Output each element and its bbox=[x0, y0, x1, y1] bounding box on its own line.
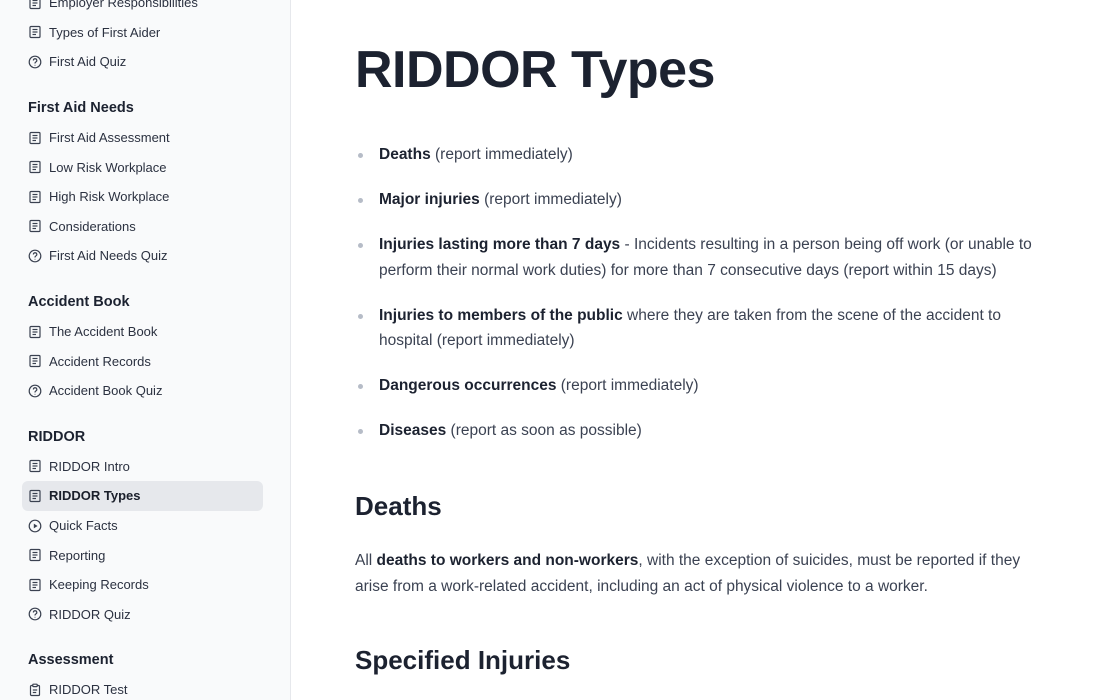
sidebar-item-label: Low Risk Workplace bbox=[49, 159, 167, 175]
specified-injuries-heading: Specified Injuries bbox=[355, 645, 571, 675]
sidebar-item-riddor-types[interactable]: RIDDOR Types bbox=[22, 481, 263, 511]
sidebar-item-types-of-first-aider[interactable]: Types of First Aider bbox=[22, 18, 263, 48]
sidebar-item-accident-book-quiz[interactable]: Accident Book Quiz bbox=[22, 376, 263, 406]
sidebar-section-heading: RIDDOR bbox=[28, 428, 86, 445]
bullet-dot bbox=[358, 429, 363, 434]
sidebar-item-label: Accident Records bbox=[49, 353, 151, 369]
sidebar-item-label: RIDDOR Types bbox=[49, 488, 141, 504]
sidebar-item-label: Employer Responsibilities bbox=[49, 0, 198, 11]
sidebar-item-low-risk-workplace[interactable]: Low Risk Workplace bbox=[22, 152, 263, 182]
riddor-type-name: Major injuries bbox=[379, 191, 480, 208]
document-icon bbox=[28, 219, 42, 233]
sidebar-item-label: Considerations bbox=[49, 218, 136, 234]
clipboard-icon bbox=[28, 683, 42, 697]
document-icon bbox=[28, 489, 42, 503]
document-icon bbox=[28, 190, 42, 204]
document-icon bbox=[28, 354, 42, 368]
sidebar-section-accident-book: Accident Book The Accident Book Accident R… bbox=[0, 291, 290, 406]
sidebar-item-the-accident-book[interactable]: The Accident Book bbox=[22, 317, 263, 347]
bullet-dot bbox=[358, 198, 363, 203]
sidebar-item-label: Quick Facts bbox=[49, 518, 118, 534]
riddor-type-item: Deaths (report immediately) bbox=[355, 142, 1055, 168]
page-title: RIDDOR Types bbox=[355, 41, 715, 99]
sidebar-item-considerations[interactable]: Considerations bbox=[22, 212, 263, 242]
document-icon bbox=[28, 578, 42, 592]
sidebar-item-first-aid-quiz[interactable]: First Aid Quiz bbox=[22, 47, 263, 77]
riddor-type-item: Injuries lasting more than 7 days - Inci… bbox=[355, 232, 1055, 283]
sidebar-item-riddor-quiz[interactable]: RIDDOR Quiz bbox=[22, 600, 263, 630]
riddor-type-item: Dangerous occurrences (report immediatel… bbox=[355, 373, 1055, 399]
sidebar-item-label: RIDDOR Quiz bbox=[49, 606, 131, 622]
bullet-dot bbox=[358, 153, 363, 158]
sidebar-item-keeping-records[interactable]: Keeping Records bbox=[22, 570, 263, 600]
sidebar-item-reporting[interactable]: Reporting bbox=[22, 540, 263, 570]
sidebar-item-first-aid-needs-quiz[interactable]: First Aid Needs Quiz bbox=[22, 241, 263, 271]
document-icon bbox=[28, 459, 42, 473]
riddor-type-item: Injuries to members of the public where … bbox=[355, 303, 1055, 354]
sidebar-item-quick-facts[interactable]: Quick Facts bbox=[22, 511, 263, 541]
deaths-paragraph-prefix: All bbox=[355, 552, 377, 569]
document-icon bbox=[28, 160, 42, 174]
document-icon bbox=[28, 548, 42, 562]
sidebar-nav: Employer Responsibilities Types of First … bbox=[0, 0, 290, 700]
sidebar-section-first-aid: Employer Responsibilities Types of First … bbox=[0, 0, 290, 77]
sidebar: Employer Responsibilities Types of First … bbox=[0, 0, 291, 700]
sidebar-section-heading: Assessment bbox=[28, 652, 114, 669]
deaths-paragraph: All deaths to workers and non-workers, w… bbox=[355, 548, 1055, 599]
sidebar-item-employer-responsibilities[interactable]: Employer Responsibilities bbox=[22, 0, 263, 18]
bullet-dot bbox=[358, 313, 363, 319]
sidebar-item-label: The Accident Book bbox=[49, 324, 158, 340]
riddor-type-description: (report immediately) bbox=[556, 377, 699, 394]
sidebar-section-first-aid-needs: First Aid Needs First Aid Assessment Low R… bbox=[0, 97, 290, 271]
document-icon bbox=[28, 131, 42, 145]
quiz-icon bbox=[28, 249, 42, 263]
sidebar-item-first-aid-assessment[interactable]: First Aid Assessment bbox=[22, 123, 263, 153]
document-icon bbox=[28, 0, 42, 10]
sidebar-section-heading: Accident Book bbox=[28, 293, 130, 310]
sidebar-item-label: First Aid Needs Quiz bbox=[49, 248, 168, 264]
sidebar-item-label: Keeping Records bbox=[49, 577, 149, 593]
sidebar-item-label: High Risk Workplace bbox=[49, 189, 170, 205]
riddor-type-name: Injuries lasting more than 7 days bbox=[379, 236, 621, 253]
sidebar-section-assessment: Assessment RIDDOR Test bbox=[0, 649, 290, 700]
deaths-heading: Deaths bbox=[355, 491, 442, 521]
riddor-types-list: Deaths (report immediately) Major injurie… bbox=[355, 142, 1055, 463]
quiz-icon bbox=[28, 384, 42, 398]
sidebar-section-heading: First Aid Needs bbox=[28, 99, 134, 116]
sidebar-item-label: Accident Book Quiz bbox=[49, 383, 163, 399]
riddor-type-description: (report as soon as possible) bbox=[446, 422, 642, 439]
sidebar-item-label: First Aid Assessment bbox=[49, 130, 170, 146]
sidebar-item-accident-records[interactable]: Accident Records bbox=[22, 346, 263, 376]
riddor-type-description: (report immediately) bbox=[430, 146, 573, 163]
sidebar-item-high-risk-workplace[interactable]: High Risk Workplace bbox=[22, 182, 263, 212]
document-icon bbox=[28, 325, 42, 339]
riddor-type-description: (report immediately) bbox=[479, 191, 622, 208]
sidebar-item-riddor-test[interactable]: RIDDOR Test bbox=[22, 675, 263, 700]
sidebar-item-label: Reporting bbox=[49, 547, 106, 563]
bullet-dot bbox=[358, 384, 363, 389]
riddor-type-name: Dangerous occurrences bbox=[379, 377, 557, 394]
quiz-icon bbox=[28, 607, 42, 621]
sidebar-item-label: RIDDOR Intro bbox=[49, 458, 130, 474]
sidebar-item-label: RIDDOR Test bbox=[49, 682, 128, 698]
document-icon bbox=[28, 25, 42, 39]
play-icon bbox=[28, 519, 42, 533]
riddor-type-name: Injuries to members of the public bbox=[379, 306, 623, 324]
bullet-dot bbox=[358, 243, 363, 248]
riddor-type-name: Deaths bbox=[379, 146, 431, 163]
deaths-paragraph-bold: deaths to workers and non-workers bbox=[376, 552, 639, 569]
sidebar-section-riddor: RIDDOR RIDDOR Intro RIDDOR Types Quick Fact… bbox=[0, 426, 290, 630]
quiz-icon bbox=[28, 55, 42, 69]
riddor-type-item: Major injuries (report immediately) bbox=[355, 187, 1055, 213]
sidebar-item-label: First Aid Quiz bbox=[49, 54, 127, 70]
sidebar-item-label: Types of First Aider bbox=[49, 24, 161, 40]
sidebar-item-riddor-intro[interactable]: RIDDOR Intro bbox=[22, 452, 263, 482]
riddor-type-name: Diseases bbox=[379, 422, 447, 439]
riddor-type-item: Diseases (report as soon as possible) bbox=[355, 418, 1055, 444]
